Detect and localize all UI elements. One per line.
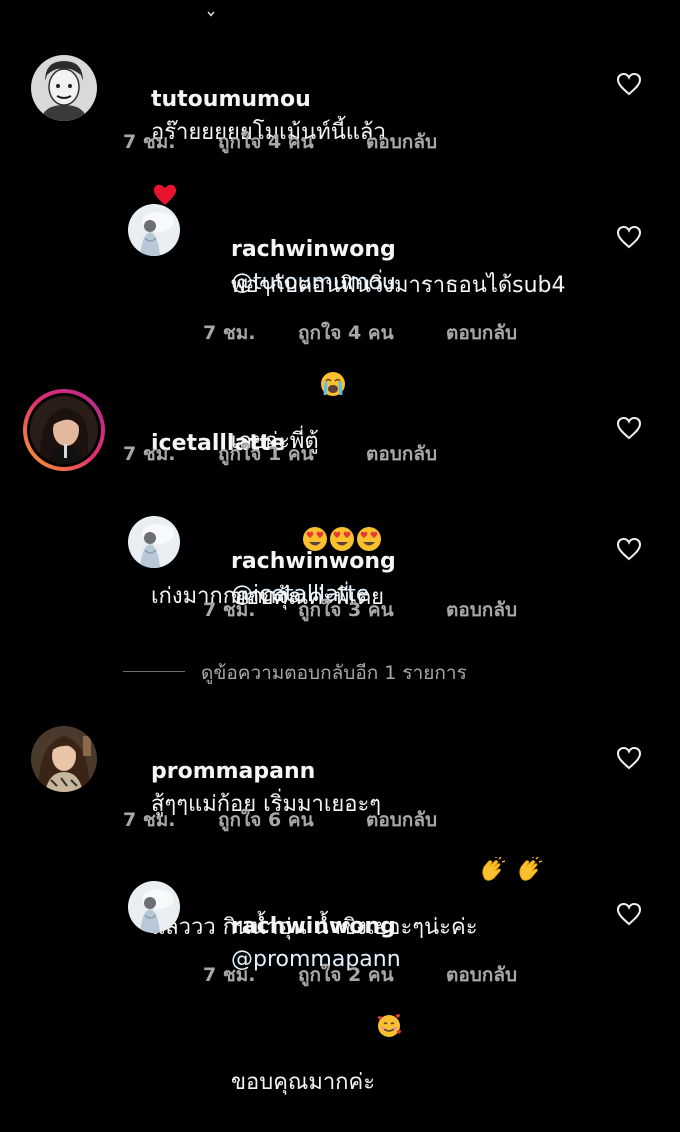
likes-count[interactable]: ถูกใจ 3 คน — [298, 595, 394, 625]
comment-time: 7 ชม. — [203, 964, 256, 986]
avatar[interactable] — [128, 516, 180, 568]
chevron-down-icon — [207, 2, 215, 17]
reply-button[interactable]: ตอบกลับ — [446, 960, 517, 990]
comment-time: 7 ชม. — [123, 809, 176, 831]
reply-button[interactable]: ตอบกลับ — [446, 318, 517, 348]
heart-outline-icon[interactable] — [616, 537, 642, 561]
avatar-story-ring[interactable] — [23, 389, 105, 471]
likes-count[interactable]: ถูกใจ 4 คน — [218, 127, 314, 157]
reply-button[interactable]: ตอบกลับ — [366, 805, 437, 835]
heart-outline-icon[interactable] — [616, 746, 642, 770]
reply-button[interactable]: ตอบกลับ — [366, 127, 437, 157]
heart-outline-icon[interactable] — [616, 416, 642, 440]
clapping-hands-emoji — [479, 791, 505, 881]
comment-time: 7 ชม. — [203, 599, 256, 621]
avatar[interactable] — [128, 204, 180, 256]
avatar[interactable] — [128, 881, 180, 933]
likes-count[interactable]: ถูกใจ 1 คน — [218, 439, 314, 469]
likes-count[interactable]: ถูกใจ 6 คน — [218, 805, 314, 835]
reply-button[interactable]: ตอบกลับ — [366, 439, 437, 469]
divider-line — [123, 671, 185, 672]
heart-outline-icon[interactable] — [616, 902, 642, 926]
reply-button[interactable]: ตอบกลับ — [446, 595, 517, 625]
heart-eyes-face-emoji — [329, 460, 355, 551]
comment-text: ขอบคุณมากค่ะ — [230, 1070, 376, 1095]
likes-count[interactable]: ถูกใจ 2 คน — [298, 960, 394, 990]
view-more-replies-label[interactable]: ดูข้อความตอบกลับอีก 1 รายการ — [201, 658, 467, 688]
heart-outline-icon[interactable] — [616, 225, 642, 249]
likes-count[interactable]: ถูกใจ 4 คน — [298, 318, 394, 348]
avatar[interactable] — [31, 726, 97, 792]
comment-time: 7 ชม. — [123, 443, 176, 465]
heart-outline-icon[interactable] — [616, 72, 642, 96]
comment-time: 7 ชม. — [123, 131, 176, 153]
clapping-hands-emoji — [516, 791, 542, 881]
avatar[interactable] — [31, 55, 97, 121]
comment-time: 7 ชม. — [203, 322, 256, 344]
